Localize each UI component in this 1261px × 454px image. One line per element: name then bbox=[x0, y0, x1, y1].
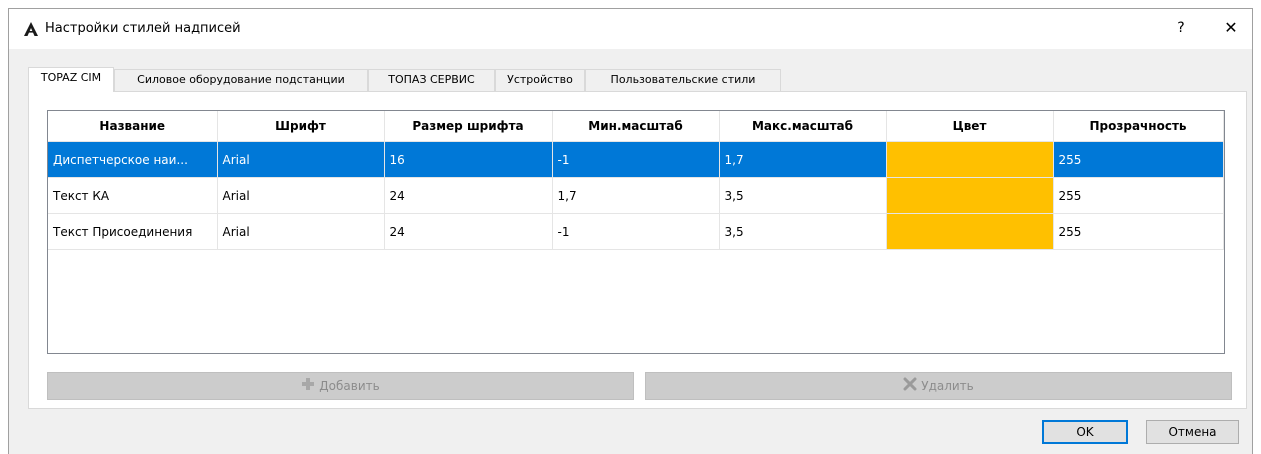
styles-table: Название Шрифт Размер шрифта Мин.масштаб… bbox=[48, 111, 1224, 250]
tab-device[interactable]: Устройство bbox=[495, 69, 585, 91]
cell-name[interactable]: Текст Присоединения bbox=[48, 213, 218, 250]
styles-grid: Название Шрифт Размер шрифта Мин.масштаб… bbox=[47, 110, 1225, 354]
add-button-label: Добавить bbox=[319, 379, 380, 393]
cell-max-scale[interactable]: 3,5 bbox=[719, 177, 887, 214]
cell-name[interactable]: Диспетчерское наи... bbox=[48, 141, 218, 178]
x-delete-icon bbox=[903, 374, 917, 400]
cell-min-scale[interactable]: -1 bbox=[552, 141, 720, 178]
table-header-row: Название Шрифт Размер шрифта Мин.масштаб… bbox=[48, 111, 1224, 142]
title-bar: Настройки стилей надписей ? ✕ bbox=[9, 9, 1252, 49]
column-header-opacity[interactable]: Прозрачность bbox=[1053, 111, 1224, 142]
column-header-font-size[interactable]: Размер шрифта bbox=[384, 111, 553, 142]
cell-font[interactable]: Arial bbox=[217, 141, 385, 178]
cell-font-size[interactable]: 24 bbox=[384, 213, 553, 250]
delete-button-label: Удалить bbox=[921, 379, 974, 393]
color-swatch bbox=[887, 178, 1053, 213]
column-header-min-scale[interactable]: Мин.масштаб bbox=[552, 111, 720, 142]
cell-min-scale[interactable]: -1 bbox=[552, 213, 720, 250]
dialog-window: Настройки стилей надписей ? ✕ TOPAZ CIM … bbox=[8, 8, 1253, 454]
cell-font-size[interactable]: 24 bbox=[384, 177, 553, 214]
cell-color[interactable] bbox=[886, 141, 1054, 178]
window-title: Настройки стилей надписей bbox=[45, 21, 241, 36]
plus-icon bbox=[301, 374, 315, 400]
add-button[interactable]: Добавить bbox=[47, 372, 634, 400]
column-header-font[interactable]: Шрифт bbox=[217, 111, 385, 142]
cell-max-scale[interactable]: 1,7 bbox=[719, 141, 887, 178]
ok-button[interactable]: OK bbox=[1042, 420, 1128, 444]
tab-panel: Название Шрифт Размер шрифта Мин.масштаб… bbox=[28, 91, 1247, 409]
cell-opacity[interactable]: 255 bbox=[1053, 141, 1224, 178]
cell-min-scale[interactable]: 1,7 bbox=[552, 177, 720, 214]
color-swatch bbox=[887, 214, 1053, 249]
color-swatch bbox=[887, 142, 1053, 177]
cancel-button[interactable]: Отмена bbox=[1146, 420, 1239, 444]
table-row[interactable]: Диспетчерское наи... Arial 16 -1 1,7 255 bbox=[48, 141, 1224, 178]
delete-button[interactable]: Удалить bbox=[645, 372, 1232, 400]
cell-color[interactable] bbox=[886, 177, 1054, 214]
tab-topaz-service[interactable]: ТОПАЗ СЕРВИС bbox=[368, 69, 495, 91]
app-logo-icon bbox=[23, 21, 39, 37]
tab-topaz-cim[interactable]: TOPAZ CIM bbox=[28, 67, 114, 92]
cell-font-size[interactable]: 16 bbox=[384, 141, 553, 178]
close-button[interactable]: ✕ bbox=[1218, 17, 1244, 39]
tab-power-equipment[interactable]: Силовое оборудование подстанции bbox=[114, 69, 368, 91]
cell-font[interactable]: Arial bbox=[217, 177, 385, 214]
help-button[interactable]: ? bbox=[1168, 17, 1194, 39]
column-header-name[interactable]: Название bbox=[48, 111, 218, 142]
cell-opacity[interactable]: 255 bbox=[1053, 213, 1224, 250]
cell-opacity[interactable]: 255 bbox=[1053, 177, 1224, 214]
cell-font[interactable]: Arial bbox=[217, 213, 385, 250]
cell-name[interactable]: Текст КА bbox=[48, 177, 218, 214]
cell-color[interactable] bbox=[886, 213, 1054, 250]
cell-max-scale[interactable]: 3,5 bbox=[719, 213, 887, 250]
table-row[interactable]: Текст КА Arial 24 1,7 3,5 255 bbox=[48, 177, 1224, 214]
column-header-color[interactable]: Цвет bbox=[886, 111, 1054, 142]
column-header-max-scale[interactable]: Макс.масштаб bbox=[719, 111, 887, 142]
table-row[interactable]: Текст Присоединения Arial 24 -1 3,5 255 bbox=[48, 213, 1224, 250]
tab-user-styles[interactable]: Пользовательские стили bbox=[585, 69, 781, 91]
